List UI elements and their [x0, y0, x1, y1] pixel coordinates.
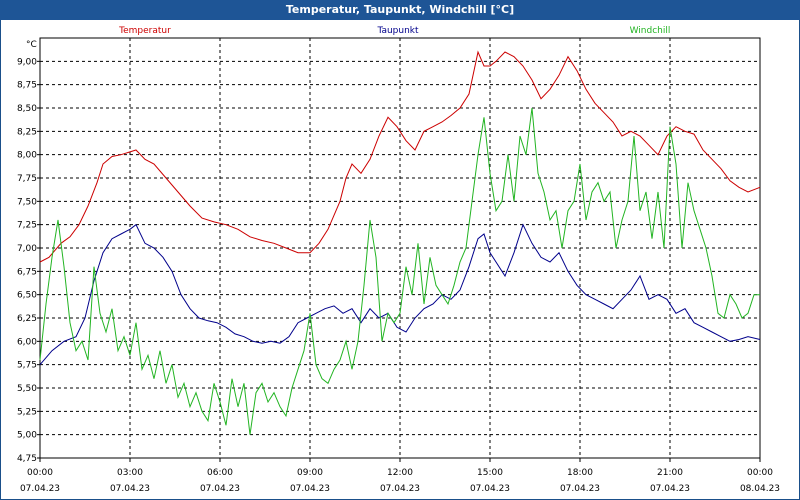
x-tick-label-time: 21:00 [657, 468, 683, 478]
x-tick-label-date: 07.04.23 [650, 484, 690, 494]
x-tick-label-time: 12:00 [387, 468, 413, 478]
y-tick-label: 6,25 [17, 314, 37, 324]
y-tick-label: 8,00 [17, 151, 37, 161]
y-tick-label: 5,50 [17, 384, 37, 394]
x-tick-label-date: 07.04.23 [110, 484, 150, 494]
x-tick-label-date: 07.04.23 [290, 484, 330, 494]
y-tick-label: 6,50 [17, 291, 37, 301]
x-tick-label-time: 15:00 [477, 468, 503, 478]
chart-svg: 4,75 5,00 5,25 5,50 5,75 6,00 6,25 6,50 6,75 7,00… [17, 26, 780, 494]
legend: Temperatur Taupunkt Windchill [118, 26, 670, 36]
y-tick-label: 7,25 [17, 221, 37, 231]
grid-lines [40, 38, 760, 459]
x-tick-label-date: 08.04.23 [740, 484, 780, 494]
y-tick-label: 7,00 [17, 244, 37, 254]
x-tick-label-date: 07.04.23 [470, 484, 510, 494]
x-tick-label-time: 00:00 [747, 468, 773, 478]
legend-item-temperatur: Temperatur [118, 26, 171, 36]
y-tick-label: 8,25 [17, 127, 37, 137]
y-tick-label: 8,50 [17, 104, 37, 114]
x-tick-label-time: 06:00 [207, 468, 233, 478]
chart-title: Temperatur, Taupunkt, Windchill [°C] [0, 0, 800, 20]
y-tick-label: 5,00 [17, 431, 37, 441]
y-tick-label: 6,00 [17, 337, 37, 347]
y-tick-label: 9,00 [17, 57, 37, 67]
y-tick-label: 4,75 [17, 454, 37, 464]
y-unit-label: °C [26, 40, 37, 50]
x-tick-label-time: 03:00 [117, 468, 143, 478]
x-tick-label-date: 07.04.23 [560, 484, 600, 494]
x-tick-label-date: 07.04.23 [20, 484, 60, 494]
y-axis: 4,75 5,00 5,25 5,50 5,75 6,00 6,25 6,50 6,75 7,00… [17, 40, 40, 464]
y-tick-label: 7,75 [17, 174, 37, 184]
x-tick-label-time: 09:00 [297, 468, 323, 478]
legend-item-taupunkt: Taupunkt [376, 26, 419, 36]
y-tick-label: 6,75 [17, 267, 37, 277]
x-tick-label-date: 07.04.23 [200, 484, 240, 494]
y-tick-label: 7,50 [17, 197, 37, 207]
y-tick-label: 5,75 [17, 361, 37, 371]
x-axis: 00:00 07.04.23 03:00 07.04.23 06:00 07.04.23 0… [20, 458, 780, 494]
legend-item-windchill: Windchill [630, 26, 671, 36]
x-tick-label-time: 00:00 [27, 468, 53, 478]
x-tick-label-time: 18:00 [567, 468, 593, 478]
y-tick-label: 8,75 [17, 81, 37, 91]
y-tick-label: 5,25 [17, 407, 37, 417]
x-tick-label-date: 07.04.23 [380, 484, 420, 494]
